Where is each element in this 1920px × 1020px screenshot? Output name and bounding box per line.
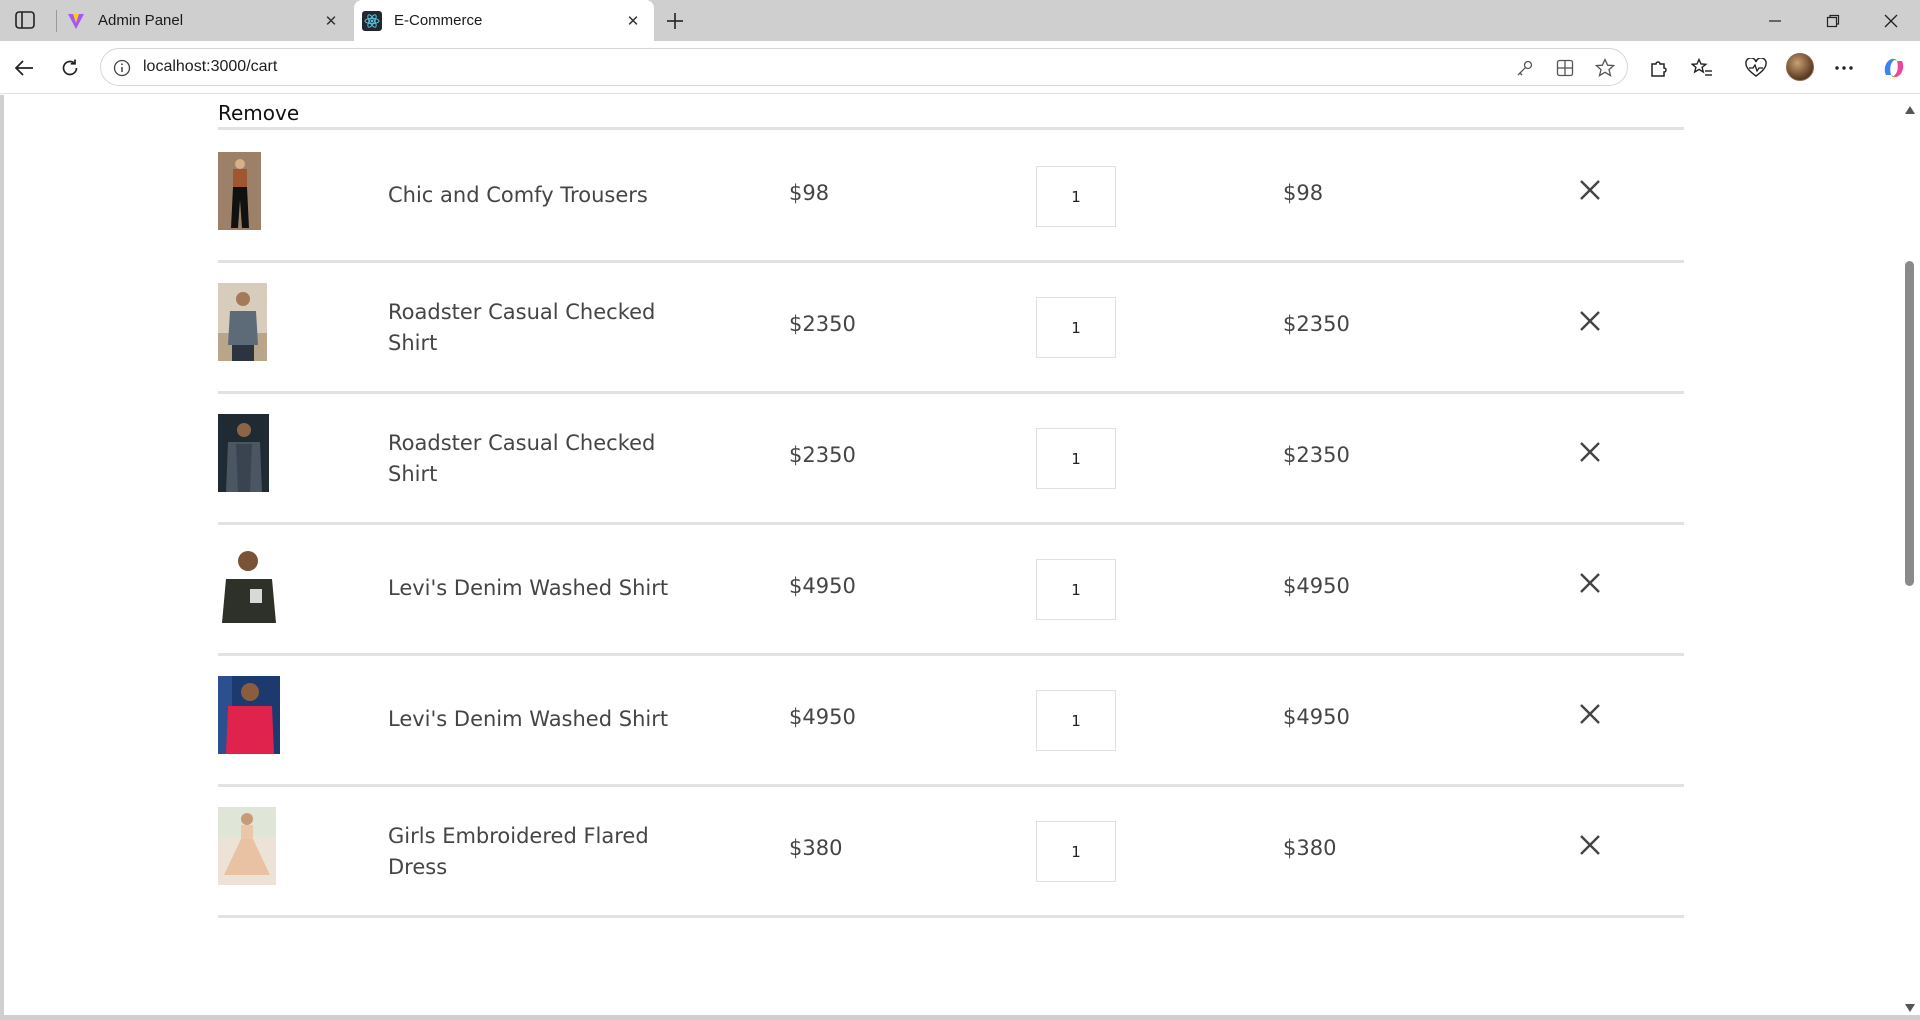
tab-admin-panel[interactable]: Admin Panel ✕: [58, 0, 352, 41]
extensions-icon[interactable]: [1642, 52, 1674, 84]
vite-logo-icon: [66, 11, 86, 31]
remove-column-header: Remove: [218, 101, 300, 125]
product-price: $98: [789, 181, 830, 205]
sidebar-toggle-icon[interactable]: [14, 10, 36, 30]
url-text[interactable]: localhost:3000/cart: [143, 58, 277, 76]
row-divider: [218, 915, 1684, 918]
remove-item-icon[interactable]: [1577, 832, 1603, 858]
remove-item-icon[interactable]: [1577, 570, 1603, 596]
product-total: $2350: [1283, 312, 1350, 336]
browser-toolbar: localhost:3000/cart: [0, 41, 1920, 94]
product-total: $4950: [1283, 574, 1350, 598]
close-window-icon[interactable]: [1868, 6, 1914, 36]
remove-item-icon[interactable]: [1577, 177, 1603, 203]
product-name[interactable]: Roadster Casual Checked Shirt: [388, 297, 688, 359]
tab-label: E-Commerce: [394, 12, 483, 29]
product-total: $4950: [1283, 705, 1350, 729]
remove-item-icon[interactable]: [1577, 308, 1603, 334]
product-price: $2350: [789, 312, 856, 336]
more-options-icon[interactable]: [1828, 52, 1860, 84]
tab-e-commerce[interactable]: E-Commerce ✕: [354, 0, 654, 41]
back-arrow-icon[interactable]: [8, 52, 40, 84]
product-image: [218, 545, 280, 623]
cart-row: Levi's Denim Washed Shirt $4950 $4950: [218, 525, 1684, 656]
new-tab-icon[interactable]: [662, 8, 688, 34]
product-name[interactable]: Levi's Denim Washed Shirt: [388, 573, 688, 604]
browser-titlebar: Admin Panel ✕ E-Commerce ✕: [0, 0, 1920, 41]
product-price: $4950: [789, 705, 856, 729]
favorite-star-icon[interactable]: [1591, 54, 1619, 82]
product-total: $98: [1283, 181, 1324, 205]
product-image: [218, 283, 267, 361]
product-name[interactable]: Girls Embroidered Flared Dress: [388, 821, 688, 883]
product-name[interactable]: Roadster Casual Checked Shirt: [388, 428, 688, 490]
copilot-icon[interactable]: [1878, 52, 1910, 84]
close-tab-icon[interactable]: ✕: [320, 10, 342, 32]
site-info-icon[interactable]: [109, 55, 135, 81]
quantity-input[interactable]: [1036, 428, 1116, 489]
scroll-up-arrow-icon[interactable]: [1904, 102, 1916, 114]
product-image: [218, 676, 280, 754]
product-name[interactable]: Chic and Comfy Trousers: [388, 180, 688, 211]
react-logo-icon: [362, 10, 382, 31]
product-image: [218, 414, 269, 492]
cart-row: Roadster Casual Checked Shirt $2350 $235…: [218, 263, 1684, 394]
scroll-down-arrow-icon[interactable]: [1904, 1000, 1916, 1012]
cart-row: Roadster Casual Checked Shirt $2350 $235…: [218, 394, 1684, 525]
tab-separator: [56, 10, 57, 32]
product-price: $4950: [789, 574, 856, 598]
cart-row: Girls Embroidered Flared Dress $380 $380: [218, 787, 1684, 918]
browser-essentials-heart-icon[interactable]: [1740, 52, 1772, 84]
remove-item-icon[interactable]: [1577, 439, 1603, 465]
product-image: [218, 807, 276, 885]
scrollbar-thumb[interactable]: [1905, 261, 1914, 586]
restore-icon[interactable]: [1810, 6, 1856, 36]
cart-row: Levi's Denim Washed Shirt $4950 $4950: [218, 656, 1684, 787]
address-bar[interactable]: localhost:3000/cart: [100, 48, 1628, 86]
minimize-icon[interactable]: [1752, 6, 1798, 36]
product-image: [218, 152, 261, 230]
cart-row: Chic and Comfy Trousers $98 $98: [218, 132, 1684, 263]
quantity-input[interactable]: [1036, 821, 1116, 882]
header-divider: [218, 127, 1684, 130]
product-total: $2350: [1283, 443, 1350, 467]
favorites-list-icon[interactable]: [1686, 52, 1718, 84]
quantity-input[interactable]: [1036, 297, 1116, 358]
reload-icon[interactable]: [54, 52, 86, 84]
product-price: $380: [789, 836, 843, 860]
product-price: $2350: [789, 443, 856, 467]
product-name[interactable]: Levi's Denim Washed Shirt: [388, 704, 688, 735]
profile-avatar[interactable]: [1786, 53, 1814, 81]
quantity-input[interactable]: [1036, 559, 1116, 620]
tab-label: Admin Panel: [98, 12, 184, 29]
product-total: $380: [1283, 836, 1337, 860]
remove-item-icon[interactable]: [1577, 701, 1603, 727]
window-bottom-edge: [0, 1015, 1920, 1020]
quantity-input[interactable]: [1036, 166, 1116, 227]
password-key-icon[interactable]: [1511, 54, 1539, 82]
app-available-icon[interactable]: [1551, 54, 1579, 82]
quantity-input[interactable]: [1036, 690, 1116, 751]
close-tab-icon[interactable]: ✕: [622, 10, 644, 32]
